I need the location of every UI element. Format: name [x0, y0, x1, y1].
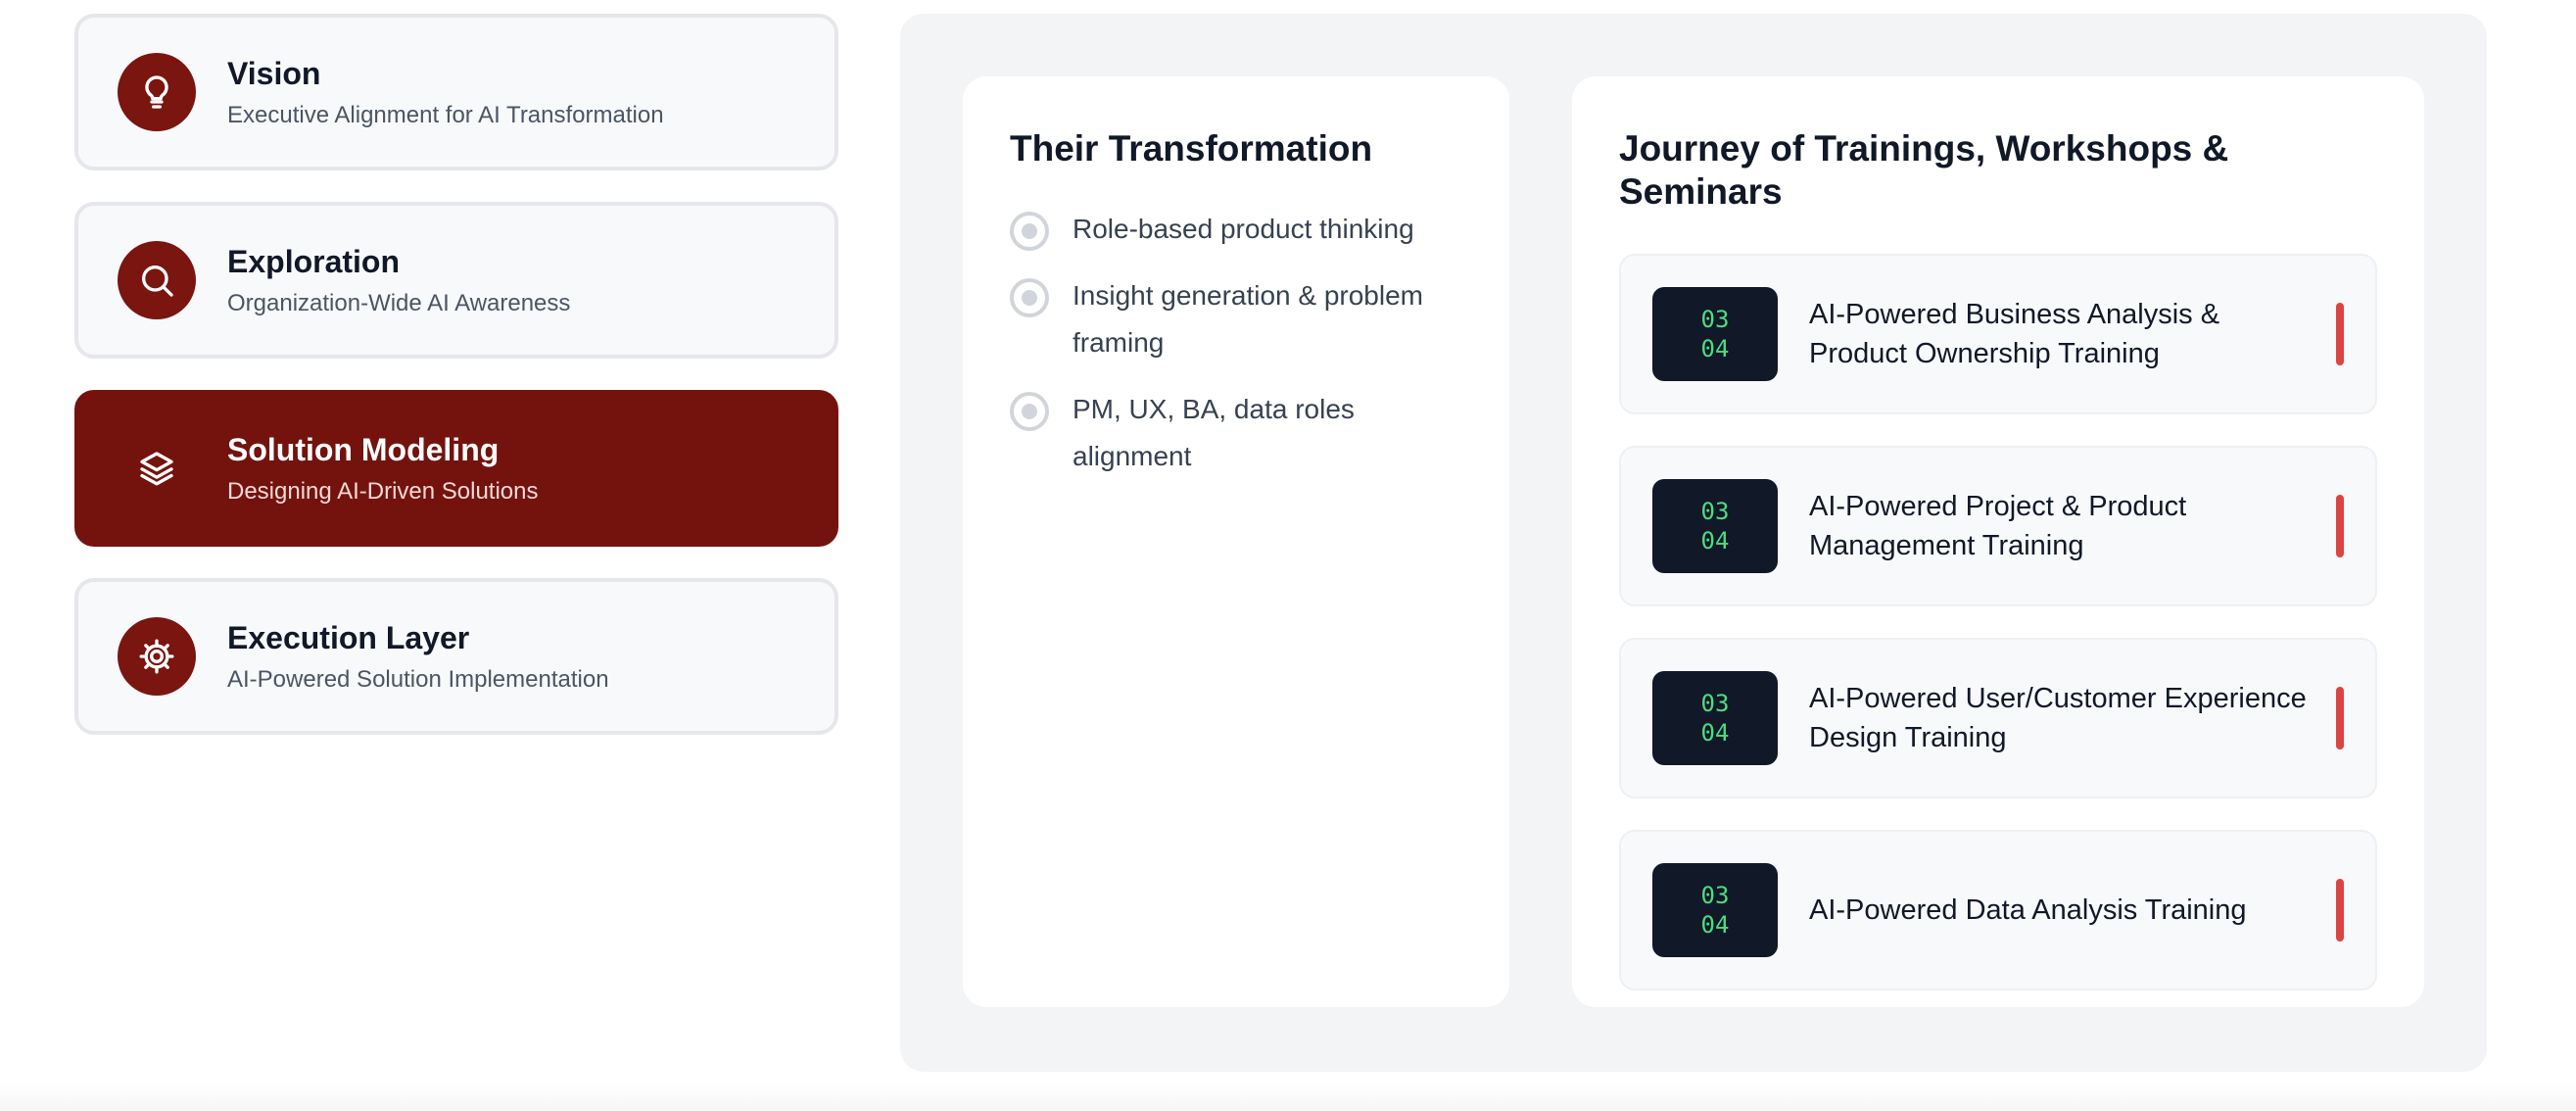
phase-nav: Vision Executive Alignment for AI Transf…	[74, 14, 838, 766]
training-item[interactable]: 03 04 AI-Powered Project & Product Manag…	[1619, 445, 2377, 606]
date-badge: 03 04	[1652, 478, 1778, 573]
nav-title: Execution Layer	[227, 619, 470, 655]
training-label: AI-Powered Business Analysis & Product O…	[1809, 298, 2220, 369]
nav-subtitle: Organization-Wide AI Awareness	[227, 290, 571, 317]
list-item-text: Insight generation & problem framing	[1073, 280, 1423, 359]
badge-top: 03	[1700, 305, 1730, 333]
status-indicator	[2336, 878, 2344, 942]
training-label: AI-Powered User/Customer Experience Desi…	[1809, 682, 2307, 753]
list-item: Insight generation & problem framing	[1010, 276, 1462, 366]
journey-card: Journey of Trainings, Workshops & Semina…	[1572, 76, 2424, 1007]
journey-title: Journey of Trainings, Workshops & Semina…	[1619, 128, 2229, 213]
status-indicator	[2336, 302, 2344, 365]
list-item-text: PM, UX, BA, data roles alignment	[1073, 394, 1355, 472]
badge-top: 03	[1700, 881, 1730, 909]
training-item[interactable]: 03 04 AI-Powered Data Analysis Training	[1619, 829, 2377, 990]
training-label: AI-Powered Data Analysis Training	[1809, 894, 2247, 926]
badge-bottom: 04	[1700, 334, 1730, 362]
nav-subtitle: Designing AI-Driven Solutions	[227, 478, 539, 506]
badge-bottom: 04	[1700, 910, 1730, 939]
lightbulb-icon	[118, 53, 196, 131]
details-panel: Their Transformation Role-based product …	[900, 14, 2487, 1072]
nav-title: Exploration	[227, 243, 401, 279]
badge-bottom: 04	[1700, 526, 1730, 555]
gear-icon	[118, 617, 196, 696]
badge-top: 03	[1700, 497, 1730, 525]
list-item: Role-based product thinking	[1010, 210, 1462, 253]
nav-subtitle: AI-Powered Solution Implementation	[227, 666, 609, 694]
bottom-fade	[0, 1082, 2576, 1111]
date-badge: 03 04	[1652, 670, 1778, 765]
list-item-text: Role-based product thinking	[1073, 214, 1414, 245]
layers-icon	[118, 429, 196, 507]
status-indicator	[2336, 494, 2344, 557]
nav-title: Vision	[227, 55, 321, 91]
transformation-card: Their Transformation Role-based product …	[963, 76, 1509, 1007]
search-icon	[118, 241, 196, 319]
transformation-list: Role-based product thinking Insight gene…	[1010, 210, 1462, 480]
transformation-title: Their Transformation	[1010, 128, 1373, 169]
status-indicator	[2336, 686, 2344, 749]
nav-card-vision[interactable]: Vision Executive Alignment for AI Transf…	[74, 14, 838, 170]
nav-card-exploration[interactable]: Exploration Organization-Wide AI Awarene…	[74, 202, 838, 359]
nav-card-execution-layer[interactable]: Execution Layer AI-Powered Solution Impl…	[74, 578, 838, 735]
nav-card-solution-modeling[interactable]: Solution Modeling Designing AI-Driven So…	[74, 390, 838, 547]
training-item[interactable]: 03 04 AI-Powered User/Customer Experienc…	[1619, 637, 2377, 798]
date-badge: 03 04	[1652, 862, 1778, 957]
list-item: PM, UX, BA, data roles alignment	[1010, 390, 1462, 480]
training-item[interactable]: 03 04 AI-Powered Business Analysis & Pro…	[1619, 253, 2377, 414]
badge-bottom: 04	[1700, 718, 1730, 747]
date-badge: 03 04	[1652, 286, 1778, 381]
radio-bullet-icon	[1010, 392, 1049, 432]
journey-list: 03 04 AI-Powered Business Analysis & Pro…	[1619, 253, 2377, 990]
radio-bullet-icon	[1010, 278, 1049, 318]
nav-subtitle: Executive Alignment for AI Transformatio…	[227, 102, 664, 129]
nav-title: Solution Modeling	[227, 431, 500, 467]
training-label: AI-Powered Project & Product Management …	[1809, 490, 2187, 561]
badge-top: 03	[1700, 689, 1730, 717]
radio-bullet-icon	[1010, 212, 1049, 252]
